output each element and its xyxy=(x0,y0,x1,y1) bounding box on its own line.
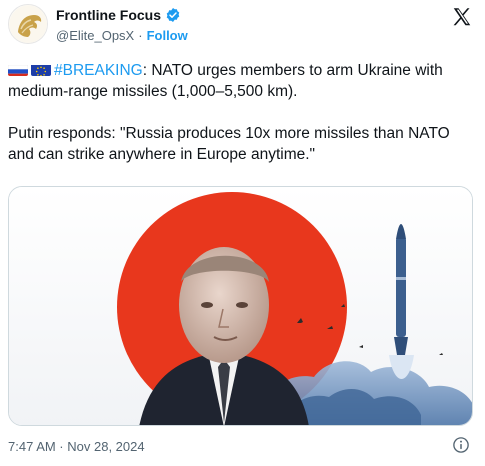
x-logo-icon[interactable] xyxy=(451,6,473,28)
lion-logo-icon[interactable] xyxy=(8,4,48,44)
photo-collage-portrait-red-sun-missile-launch xyxy=(9,187,472,425)
info-icon[interactable] xyxy=(452,436,470,454)
follow-button[interactable]: Follow xyxy=(147,28,188,43)
timestamp[interactable]: 7:47 AM · Nov 28, 2024 xyxy=(8,439,145,454)
verified-badge-icon xyxy=(166,8,180,22)
tweet-media-image[interactable] xyxy=(8,186,473,426)
author-display-name[interactable]: Frontline Focus xyxy=(56,7,161,23)
separator-dot: · xyxy=(138,28,143,43)
russia-flag-icon xyxy=(8,63,28,76)
author-handle[interactable]: @Elite_OpsX xyxy=(56,28,134,43)
author-handle-row: @Elite_OpsX · Follow xyxy=(56,28,188,43)
tweet-paragraph-2: Putin responds: "Russia produces 10x mor… xyxy=(8,125,455,163)
author-name-row: Frontline Focus xyxy=(56,7,181,23)
tweet-header: Frontline Focus @Elite_OpsX · Follow xyxy=(0,0,485,56)
hashtag-link[interactable]: #BREAKING xyxy=(54,62,143,79)
eu-flag-icon xyxy=(31,63,51,76)
tweet-text: #BREAKING: NATO urges members to arm Ukr… xyxy=(8,60,478,165)
tweet-footer: 7:47 AM · Nov 28, 2024 xyxy=(8,436,478,456)
